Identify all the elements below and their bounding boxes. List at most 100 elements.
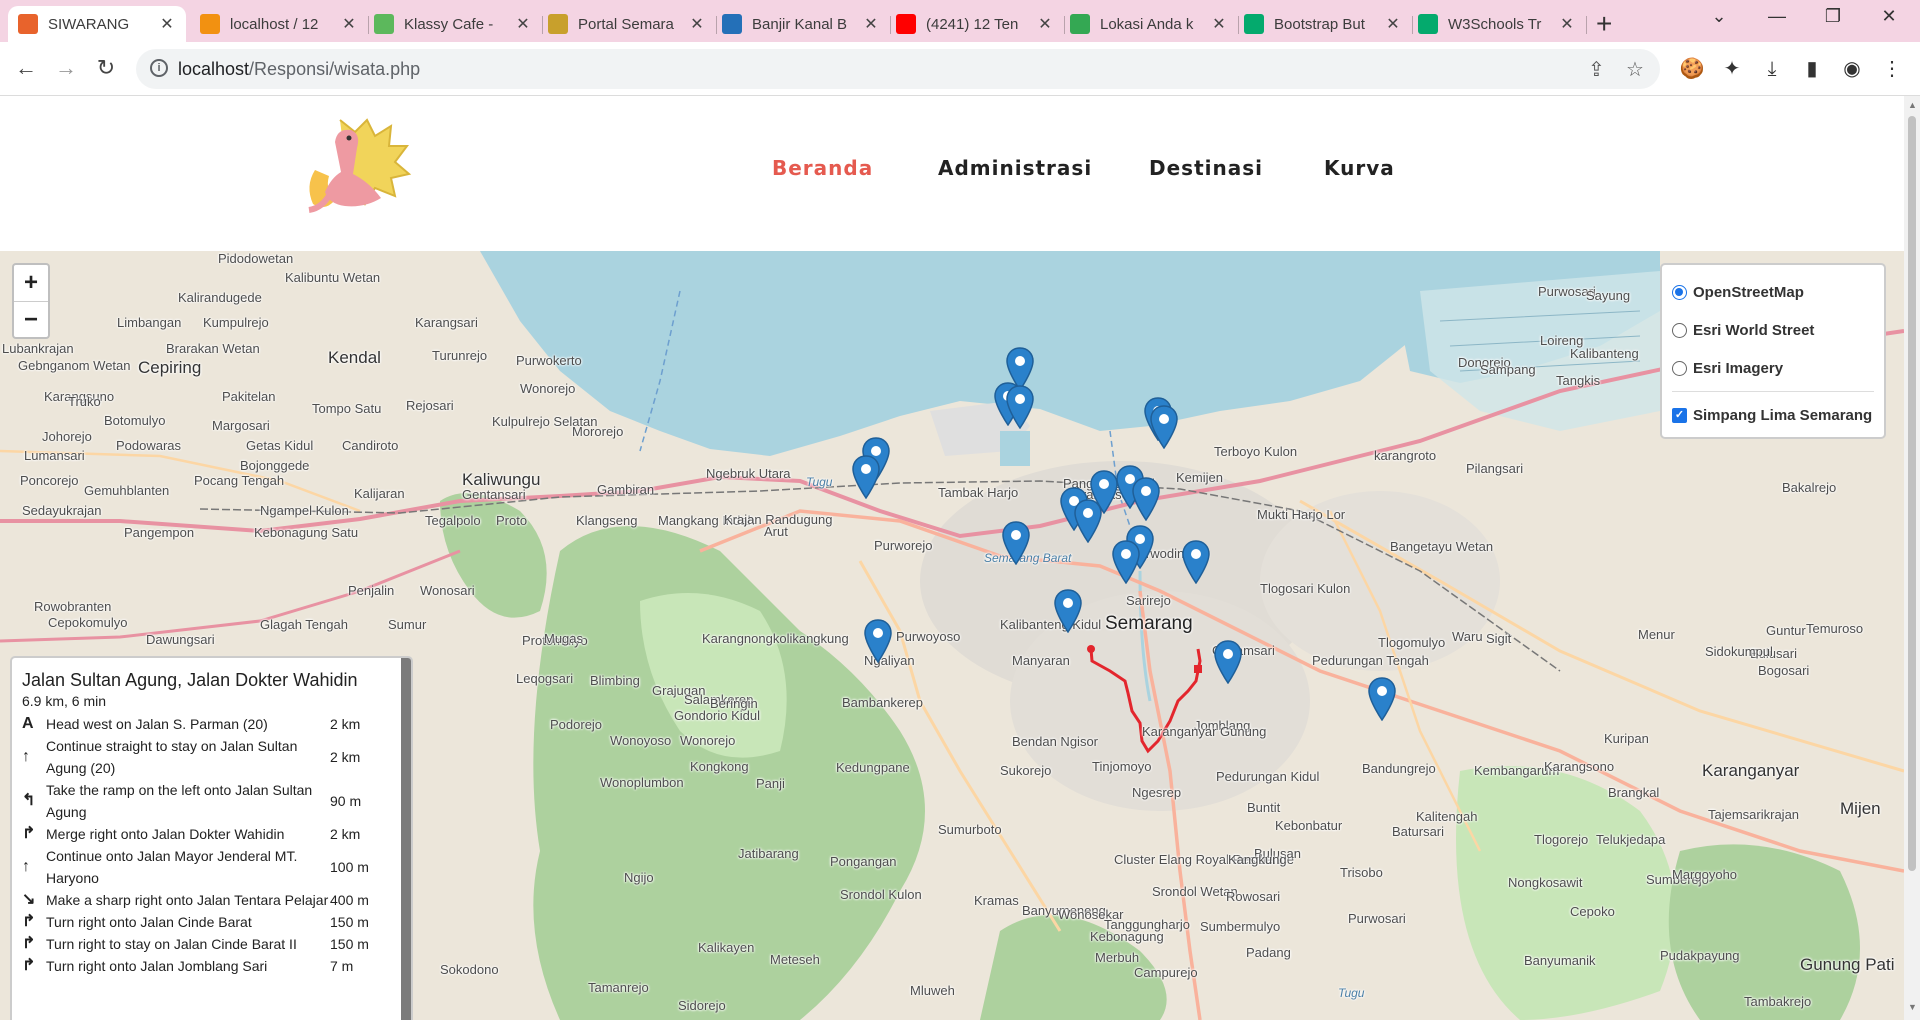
- browser-tab[interactable]: Portal Semara ✕: [538, 6, 717, 42]
- tab-separator: [1586, 16, 1587, 34]
- route-step[interactable]: ↰ Take the ramp on the left onto Jalan Su…: [22, 779, 401, 823]
- base-layer-esri-world-street[interactable]: Esri World Street: [1672, 311, 1874, 349]
- scroll-up-icon[interactable]: ▲: [1908, 100, 1917, 110]
- extensions-puzzle-icon[interactable]: ✦: [1717, 54, 1747, 84]
- map-marker-icon[interactable]: [1150, 405, 1178, 449]
- map-marker-icon[interactable]: [1054, 589, 1082, 633]
- map-place-label: Podorejo: [550, 717, 603, 732]
- close-tab-icon[interactable]: ✕: [1036, 14, 1054, 34]
- map-marker-icon[interactable]: [1368, 677, 1396, 721]
- nav-link-destinasi[interactable]: Destinasi: [1149, 156, 1263, 180]
- overlay-simpang-lima[interactable]: ✓ Simpang Lima Semarang: [1672, 396, 1874, 434]
- close-tab-icon[interactable]: ✕: [340, 14, 358, 34]
- checkbox-icon[interactable]: ✓: [1672, 407, 1687, 423]
- forward-arrow-icon[interactable]: →: [50, 52, 82, 84]
- zoom-out-button[interactable]: −: [14, 301, 48, 337]
- map-place-label: Guntur: [1766, 623, 1806, 638]
- share-icon[interactable]: ⇪: [1588, 57, 1605, 82]
- browser-tab[interactable]: Banjir Kanal B ✕: [712, 6, 891, 42]
- minimize-icon[interactable]: —: [1754, 6, 1800, 27]
- route-step[interactable]: ↘ Make a sharp right onto Jalan Tentara P…: [22, 889, 401, 911]
- route-step[interactable]: A Head west on Jalan S. Parman (20) 2 km: [22, 713, 401, 735]
- tab-search-icon[interactable]: ⌄: [1696, 6, 1742, 27]
- radio-icon[interactable]: [1672, 284, 1687, 300]
- extension-cookie-icon[interactable]: 🍪: [1677, 54, 1707, 84]
- nav-link-administrasi[interactable]: Administrasi: [938, 156, 1092, 180]
- route-step[interactable]: ↱ Turn right to stay on Jalan Cinde Barat…: [22, 933, 401, 955]
- browser-tab[interactable]: W3Schools Tr ✕: [1408, 6, 1587, 42]
- route-step[interactable]: ↑ Continue straight to stay on Jalan Sult…: [22, 735, 401, 779]
- close-tab-icon[interactable]: ✕: [688, 14, 706, 34]
- bookmark-star-icon[interactable]: ☆: [1626, 57, 1644, 82]
- browser-tab[interactable]: Lokasi Anda k ✕: [1060, 6, 1239, 42]
- map-place-label: Meteseh: [770, 952, 820, 967]
- nav-link-beranda[interactable]: Beranda: [772, 156, 873, 180]
- close-tab-icon[interactable]: ✕: [1558, 14, 1576, 34]
- download-icon[interactable]: ⤓: [1757, 54, 1787, 84]
- map-marker-icon[interactable]: [1074, 499, 1102, 543]
- close-tab-icon[interactable]: ✕: [1210, 14, 1228, 34]
- map-marker-icon[interactable]: [852, 455, 880, 499]
- close-tab-icon[interactable]: ✕: [862, 14, 880, 34]
- browser-tab[interactable]: localhost / 12 ✕: [190, 6, 369, 42]
- scroll-down-icon[interactable]: ▼: [1908, 1002, 1917, 1012]
- close-window-icon[interactable]: ✕: [1866, 6, 1912, 27]
- route-step[interactable]: ↱ Turn right onto Jalan Cinde Barat 150 m: [22, 911, 401, 933]
- browser-tab[interactable]: (4241) 12 Ten ✕: [886, 6, 1065, 42]
- map-place-label: Karanganyar: [1702, 761, 1800, 780]
- map-place-label: Bakalrejo: [1782, 480, 1837, 495]
- map-place-label: Ngesrep: [1132, 785, 1182, 800]
- reload-icon[interactable]: ↻: [90, 52, 122, 84]
- map-place-label: Klangseng: [576, 513, 638, 528]
- depart-icon: A: [22, 715, 34, 732]
- map-place-label: Kalibanteng: [1570, 346, 1639, 361]
- route-step[interactable]: ↱ Turn right onto Jalan Jomblang Sari 7 m: [22, 955, 401, 977]
- route-step[interactable]: ↱ Merge right onto Jalan Dokter Wahidin 2 …: [22, 823, 401, 845]
- side-panel-icon[interactable]: ▮: [1797, 54, 1827, 84]
- page-scrollbar[interactable]: ▲ ▼: [1904, 96, 1920, 1020]
- map-place-label: Kalikayen: [698, 940, 755, 955]
- menu-kebab-icon[interactable]: ⋮: [1877, 54, 1907, 84]
- close-tab-icon[interactable]: ✕: [1384, 14, 1402, 34]
- map-place-label: Poncorejo: [20, 473, 79, 488]
- close-tab-icon[interactable]: ✕: [514, 14, 532, 34]
- scrollbar-thumb[interactable]: [1908, 116, 1916, 871]
- base-layer-openstreetmap[interactable]: OpenStreetMap: [1672, 273, 1874, 311]
- map-marker-icon[interactable]: [1182, 540, 1210, 584]
- base-layer-esri-imagery[interactable]: Esri Imagery: [1672, 349, 1874, 387]
- dinosaur-logo[interactable]: [295, 112, 415, 227]
- browser-tab[interactable]: Bootstrap But ✕: [1234, 6, 1413, 42]
- turn-right-icon: ↱: [22, 957, 36, 974]
- routing-itinerary-panel[interactable]: Jalan Sultan Agung, Jalan Dokter Wahidin…: [10, 656, 413, 1020]
- map-place-label: Arut: [764, 524, 788, 539]
- map-place-label: Tamanrejo: [588, 980, 649, 995]
- address-bar[interactable]: i localhost/Responsi/wisata.php ⇪ ☆: [136, 49, 1660, 89]
- map-place-label: Purwoyoso: [896, 629, 961, 644]
- itinerary-scrollbar[interactable]: [401, 658, 411, 1020]
- map-marker-icon[interactable]: [1006, 385, 1034, 429]
- map-place-label: Pongangan: [830, 854, 897, 869]
- site-info-icon[interactable]: i: [150, 59, 168, 77]
- map-marker-icon[interactable]: [1112, 540, 1140, 584]
- zoom-in-button[interactable]: +: [14, 265, 48, 301]
- new-tab-button[interactable]: +: [1596, 8, 1612, 40]
- map-place-label: Merbuh: [1095, 950, 1140, 965]
- restore-icon[interactable]: ❐: [1810, 6, 1856, 27]
- back-arrow-icon[interactable]: ←: [10, 52, 42, 84]
- browser-tab[interactable]: SIWARANG ✕: [8, 6, 186, 42]
- profile-avatar-icon[interactable]: ◉: [1837, 54, 1867, 84]
- map-marker-icon[interactable]: [864, 619, 892, 663]
- map-marker-icon[interactable]: [1132, 477, 1160, 521]
- nav-link-kurva[interactable]: Kurva: [1324, 156, 1395, 180]
- close-tab-icon[interactable]: ✕: [158, 14, 176, 34]
- radio-icon[interactable]: [1672, 322, 1687, 338]
- map-place-label: Rowosari: [1226, 889, 1281, 904]
- map-marker-icon[interactable]: [1214, 640, 1242, 684]
- map-place-label: Sampang: [1480, 362, 1536, 377]
- tab-title: Bootstrap But: [1274, 15, 1365, 33]
- leaflet-map[interactable]: Pidodowetan Kalibuntu Wetan Kalirandugede L…: [0, 251, 1904, 1020]
- route-step[interactable]: ↑ Continue onto Jalan Mayor Jenderal MT. …: [22, 845, 401, 889]
- map-marker-icon[interactable]: [1002, 521, 1030, 565]
- browser-tab[interactable]: Klassy Cafe - ✕: [364, 6, 543, 42]
- radio-icon[interactable]: [1672, 360, 1687, 376]
